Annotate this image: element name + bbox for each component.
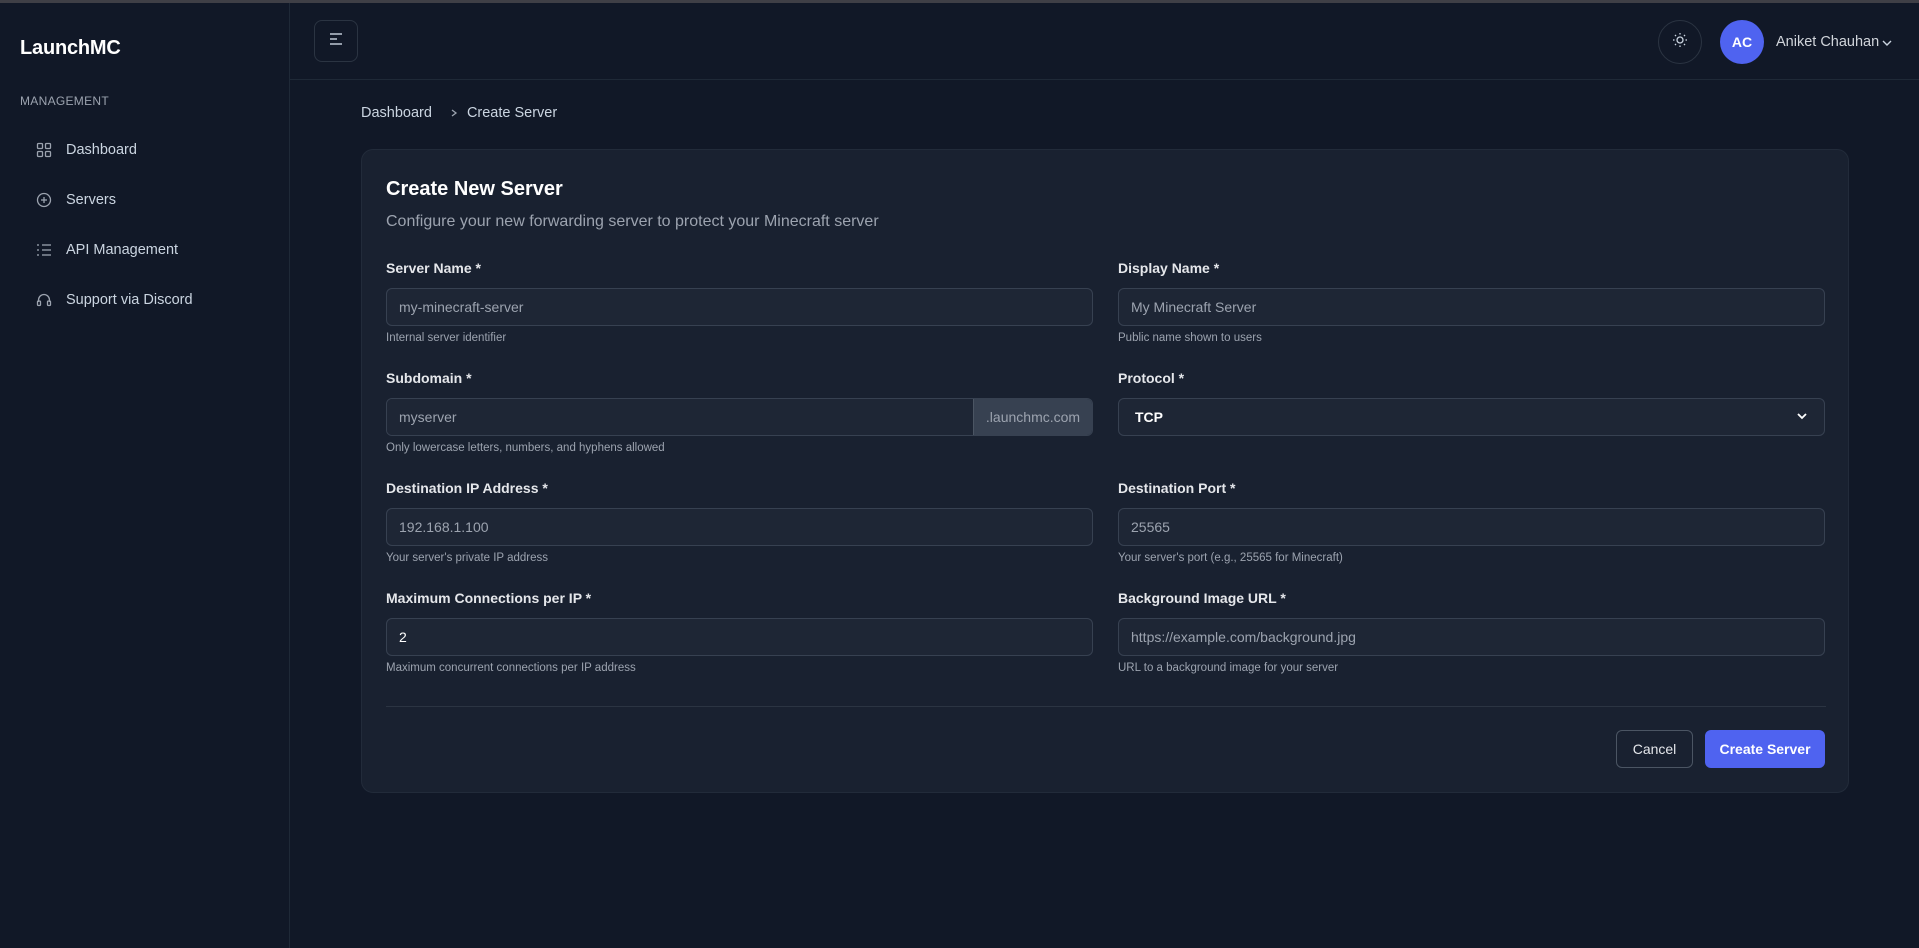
breadcrumb: Dashboard Create Server [361,105,557,121]
server-name-input[interactable]: my-minecraft-server [386,288,1093,326]
sidebar-section-label: MANAGEMENT [20,94,110,108]
subdomain-help: Only lowercase letters, numbers, and hyp… [386,442,665,454]
background-url-label: Background Image URL * [1118,590,1286,606]
top-header: AC Aniket Chauhan [290,3,1919,80]
sidebar-item-dashboard[interactable]: Dashboard [20,125,270,175]
brand-logo[interactable]: LaunchMC [20,37,121,60]
max-connections-input[interactable]: 2 [386,618,1093,656]
menu-icon [328,32,344,51]
server-name-field: Server Name * my-minecraft-server Intern… [386,260,1093,344]
display-name-input[interactable]: My Minecraft Server [1118,288,1825,326]
chevron-down-icon [1796,409,1808,425]
list-settings-icon [36,242,52,258]
form-divider [386,706,1826,707]
cancel-button[interactable]: Cancel [1616,730,1693,768]
sidebar-item-label: API Management [66,242,179,258]
destination-ip-help: Your server's private IP address [386,552,548,564]
create-server-card: Create New Server Configure your new for… [361,149,1849,793]
subdomain-field: Subdomain * myserver .launchmc.com Only … [386,370,1093,454]
sidebar-item-servers[interactable]: Servers [20,175,270,225]
plus-circle-icon [36,192,52,208]
theme-toggle-button[interactable] [1658,20,1702,64]
sun-icon [1672,32,1688,53]
sidebar: LaunchMC MANAGEMENT Dashboard Servers AP… [0,3,290,948]
breadcrumb-current: Create Server [466,105,558,121]
display-name-label: Display Name * [1118,260,1220,276]
protocol-field: Protocol * TCP [1118,370,1825,436]
page-title: Create New Server [386,178,563,200]
subdomain-label: Subdomain * [386,370,472,386]
avatar[interactable]: AC [1720,20,1764,64]
destination-port-input[interactable]: 25565 [1118,508,1825,546]
destination-ip-label: Destination IP Address * [386,480,548,496]
sidebar-item-label: Dashboard [66,142,137,158]
background-url-field: Background Image URL * https://example.c… [1118,590,1825,674]
sidebar-item-label: Servers [66,192,116,208]
destination-port-help: Your server's port (e.g., 25565 for Mine… [1118,552,1343,564]
destination-port-field: Destination Port * 25565 Your server's p… [1118,480,1825,564]
background-url-input[interactable]: https://example.com/background.jpg [1118,618,1825,656]
server-name-label: Server Name * [386,260,481,276]
chevron-down-icon[interactable] [1880,36,1894,50]
subdomain-suffix: .launchmc.com [973,399,1092,435]
subdomain-input-group: myserver .launchmc.com [386,398,1093,436]
protocol-label: Protocol * [1118,370,1185,386]
destination-ip-field: Destination IP Address * 192.168.1.100 Y… [386,480,1093,564]
headset-icon [36,292,52,308]
grid-icon [36,142,52,158]
subdomain-input[interactable]: myserver [387,399,973,435]
sidebar-nav: Dashboard Servers API Management Support… [20,125,270,325]
protocol-selected-value: TCP [1135,409,1163,425]
destination-ip-input[interactable]: 192.168.1.100 [386,508,1093,546]
sidebar-toggle-button[interactable] [314,20,358,62]
max-connections-help: Maximum concurrent connections per IP ad… [386,662,636,674]
server-name-help: Internal server identifier [386,332,507,344]
background-url-help: URL to a background image for your serve… [1118,662,1339,674]
user-menu-name[interactable]: Aniket Chauhan [1776,34,1879,50]
protocol-select[interactable]: TCP [1118,398,1825,436]
max-connections-label: Maximum Connections per IP * [386,590,592,606]
sidebar-item-api-management[interactable]: API Management [20,225,270,275]
page-subtitle: Configure your new forwarding server to … [386,213,879,230]
sidebar-item-support-discord[interactable]: Support via Discord [20,275,270,325]
destination-port-label: Destination Port * [1118,480,1236,496]
display-name-help: Public name shown to users [1118,332,1262,344]
display-name-field: Display Name * My Minecraft Server Publi… [1118,260,1825,344]
max-connections-field: Maximum Connections per IP * 2 Maximum c… [386,590,1093,674]
create-server-button[interactable]: Create Server [1705,730,1825,768]
breadcrumb-link-dashboard[interactable]: Dashboard [361,105,432,121]
sidebar-item-label: Support via Discord [66,292,193,308]
chevron-right-icon [449,108,459,118]
